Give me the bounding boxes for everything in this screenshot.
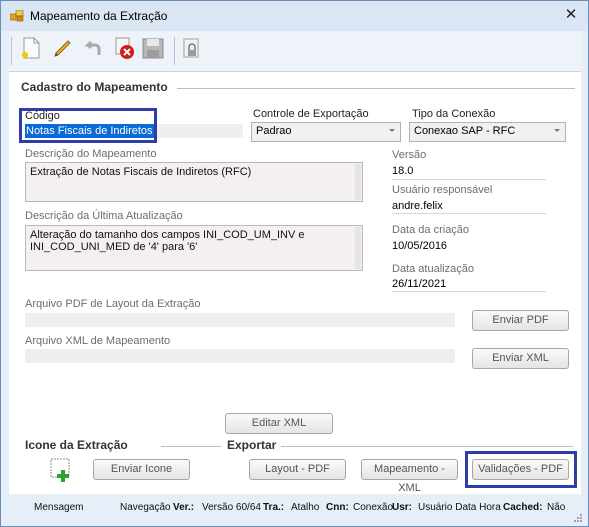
undo-arrow-icon[interactable] [81,35,107,65]
controle-exportacao-label: Controle de Exportação [253,108,369,120]
usuario-value: andre.felix [392,200,443,212]
group-divider [161,446,221,447]
controle-exportacao-select[interactable]: Padrao [251,122,401,142]
usuario-underline [392,213,546,214]
tipo-conexao-label: Tipo da Conexão [412,108,496,120]
status-usr-value: Usuário Data Hora [418,502,501,513]
usuario-label: Usuário responsável [392,184,493,196]
versao-label: Versão [392,149,427,161]
scrollbar[interactable] [355,164,361,200]
mapeamento-xml-button[interactable]: Mapeamento - XML [361,459,458,494]
arquivo-pdf-label: Arquivo PDF de Layout da Extração [25,298,201,310]
descricao-label: Descrição do Mapeamento [25,148,157,160]
toolbar [9,31,581,72]
tipo-conexao-value: Conexao SAP - RFC [414,125,516,137]
validacoes-highlight-box [465,451,577,488]
codigo-highlight-box [19,108,157,143]
status-mensagem: Mensagem [34,502,84,513]
new-document-icon[interactable] [19,35,45,65]
delete-icon[interactable] [113,35,139,65]
icone-group-title: Icone da Extração [25,438,128,452]
arquivo-xml-field[interactable] [25,349,455,363]
close-button[interactable]: ✕ [557,5,585,25]
exportar-group-title: Exportar [227,438,277,452]
add-image-icon [49,457,75,483]
ultima-atualizacao-label: Descrição da Última Atualização [25,210,183,222]
data-atualizacao-underline [392,291,546,292]
arquivo-pdf-field[interactable] [25,313,455,327]
scrollbar[interactable] [355,227,361,269]
versao-underline [392,179,546,180]
status-usr-label: Usr: [392,502,413,513]
status-navegacao: Navegação [120,502,171,513]
enviar-xml-button[interactable]: Enviar XML [472,348,569,369]
window-title: Mapeamento da Extração [30,9,168,23]
controle-exportacao-value: Padrao [256,125,292,137]
status-bar: Mensagem Navegação Ver.: Versão 60/64 Tr… [9,498,581,520]
enviar-pdf-button[interactable]: Enviar PDF [472,310,569,331]
arquivo-xml-label: Arquivo XML de Mapeamento [25,335,171,347]
title-bar: Mapeamento da Extração ✕ [1,1,588,31]
data-atualizacao-value: 26/11/2021 [392,278,447,290]
lock-icon[interactable] [179,35,205,65]
status-ver-value: Versão 60/64 [202,502,261,513]
editar-xml-button[interactable]: Editar XML [225,413,333,434]
data-atualizacao-label: Data atualização [392,263,474,275]
toolbar-separator [174,37,175,65]
group-divider [177,88,575,89]
edit-pencil-icon[interactable] [51,35,77,65]
toolbar-grip [11,37,12,65]
resize-grip-icon[interactable] [573,513,583,523]
ultima-atualizacao-value: Alteração do tamanho dos campos INI_COD_… [30,229,305,253]
descricao-textarea[interactable]: Extração de Notas Fiscais de Indiretos (… [25,162,363,202]
status-cached-value: Não [547,502,566,513]
status-tra-value: Atalho [291,502,320,513]
cadastro-group-title: Cadastro do Mapeamento [21,80,168,94]
group-divider [281,446,573,447]
ultima-atualizacao-textarea[interactable]: Alteração do tamanho dos campos INI_COD_… [25,225,363,271]
tipo-conexao-select[interactable]: Conexao SAP - RFC [409,122,566,142]
status-ver-label: Ver.: [173,502,195,513]
versao-value: 18.0 [392,165,414,177]
chevron-down-icon [389,129,395,132]
data-criacao-label: Data da criação [392,224,470,236]
app-icon [9,9,24,22]
enviar-icone-button[interactable]: Enviar Icone [93,459,190,480]
descricao-value: Extração de Notas Fiscais de Indiretos (… [30,166,252,178]
main-window: Mapeamento da Extração ✕ Cadastro do Map… [0,0,589,527]
status-cnn-value: Conexão [353,502,394,513]
save-disk-icon[interactable] [141,35,167,65]
form-panel: Cadastro do Mapeamento Código Notas Fisc… [9,72,581,494]
chevron-down-icon [554,129,560,132]
status-cnn-label: Cnn: [326,502,349,513]
status-tra-label: Tra.: [263,502,285,513]
status-cached-label: Cached: [503,502,543,513]
data-criacao-value: 10/05/2016 [392,240,448,252]
layout-pdf-button[interactable]: Layout - PDF [249,459,346,480]
